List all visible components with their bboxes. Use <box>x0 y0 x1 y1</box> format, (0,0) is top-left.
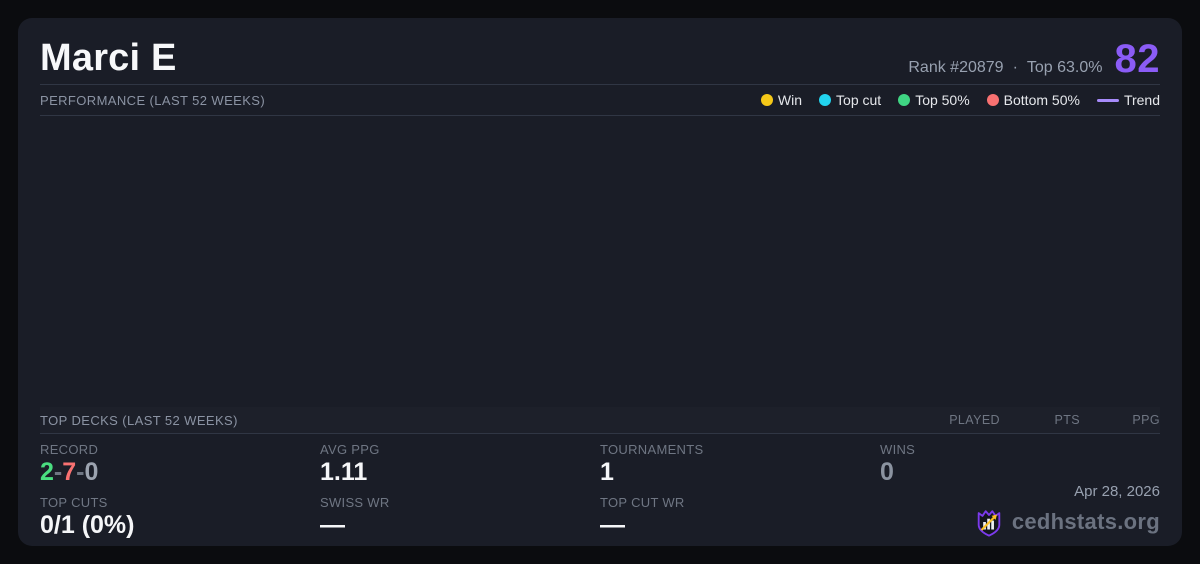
swiss-wr-label: SWISS WR <box>320 495 390 510</box>
top-cut-wr-label: TOP CUT WR <box>600 495 685 510</box>
stat-cell-ppg: AVG PPG 1.11 SWISS WR — <box>320 441 600 547</box>
legend-label: Top 50% <box>915 92 970 108</box>
top-50-dot-icon <box>898 94 911 106</box>
legend-label: Trend <box>1123 92 1160 108</box>
top-percent: Top 63.0% <box>1026 59 1103 76</box>
top-decks-title: TOP DECKS (LAST 52 WEEKS) <box>40 412 238 428</box>
player-name: Marci E <box>40 37 177 79</box>
stat-cell-tournaments: TOURNAMENTS 1 TOP CUT WR — <box>600 441 880 547</box>
performance-chart-area <box>40 116 1160 407</box>
legend-label: Top cut <box>836 92 882 108</box>
rank-separator: · <box>1012 59 1018 76</box>
wins-label: WINS <box>880 442 916 457</box>
top-decks-columns: PLAYED PTS PPG <box>920 413 1160 427</box>
date-text: Apr 28, 2026 <box>1074 483 1160 500</box>
record-losses: 7 <box>62 458 77 486</box>
performance-header: PERFORMANCE (LAST 52 WEEKS) Win Top cut … <box>40 85 1160 116</box>
brand-row: cedhstats.org <box>974 506 1160 538</box>
record-label: RECORD <box>40 442 99 457</box>
avg-ppg-label: AVG PPG <box>320 442 380 457</box>
stats-grid: RECORD 2-7-0 TOP CUTS 0/1 (0%) AVG PPG 1… <box>40 434 1160 546</box>
legend-label: Bottom 50% <box>1003 92 1080 108</box>
card-footer: Apr 28, 2026 cedhstats.org <box>974 483 1160 538</box>
rank-number: Rank #20879 <box>908 59 1004 76</box>
card-header: Marci E Rank #20879 · Top 63.0% 82 <box>40 18 1160 85</box>
legend-item-top-cut: Top cut <box>819 92 881 108</box>
record-draws: 0 <box>84 458 99 486</box>
column-played: PLAYED <box>949 413 1000 427</box>
legend-item-bottom-50: Bottom 50% <box>986 92 1080 108</box>
trend-line-icon <box>1096 98 1119 102</box>
legend-item-win: Win <box>760 92 803 108</box>
avg-ppg-value: 1.11 <box>320 458 368 486</box>
rank-block: Rank #20879 · Top 63.0% 82 <box>908 37 1160 81</box>
top-cuts-value: 0/1 (0%) <box>40 511 135 539</box>
cedhstats-logo-icon <box>977 510 1001 537</box>
record-separator: - <box>53 458 63 486</box>
column-pts: PTS <box>1054 413 1080 427</box>
win-dot-icon <box>760 94 773 106</box>
tournaments-value: 1 <box>600 458 614 486</box>
brand-text: cedhstats.org <box>1011 509 1160 534</box>
legend-item-trend: Trend <box>1096 92 1160 108</box>
swiss-wr-value: — <box>320 511 345 539</box>
player-stats-card: Marci E Rank #20879 · Top 63.0% 82 PERFO… <box>18 18 1182 546</box>
tournaments-label: TOURNAMENTS <box>600 442 704 457</box>
top-cut-wr-value: — <box>600 511 625 539</box>
performance-title: PERFORMANCE (LAST 52 WEEKS) <box>40 92 266 108</box>
bottom-50-dot-icon <box>986 94 999 106</box>
record-wins: 2 <box>40 458 54 486</box>
top-cuts-label: TOP CUTS <box>40 495 108 510</box>
column-ppg: PPG <box>1132 413 1160 427</box>
chart-legend: Win Top cut Top 50% Bottom 50% Trend <box>760 92 1160 108</box>
player-score: 82 <box>1114 37 1160 81</box>
stat-cell-record: RECORD 2-7-0 TOP CUTS 0/1 (0%) <box>40 441 320 547</box>
record-value: 2-7-0 <box>40 458 320 487</box>
top-cut-dot-icon <box>819 94 832 106</box>
legend-label: Win <box>777 92 803 108</box>
legend-item-top-50: Top 50% <box>898 92 970 108</box>
top-decks-header: TOP DECKS (LAST 52 WEEKS) PLAYED PTS PPG <box>40 407 1160 434</box>
rank-text: Rank #20879 · Top 63.0% <box>908 59 1102 77</box>
